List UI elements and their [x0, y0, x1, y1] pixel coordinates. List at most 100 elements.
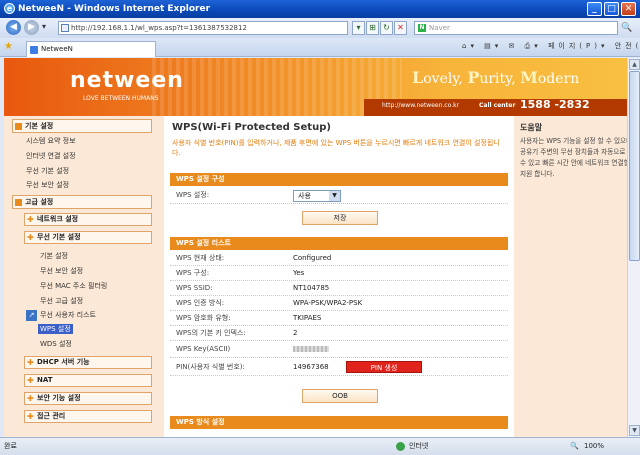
generate-pin-button[interactable]: PIN 생성	[346, 361, 422, 373]
slogan-m-rest: odern	[537, 71, 580, 87]
row-value: NT104785	[293, 284, 330, 292]
sub-label: DHCP 서버 기능	[37, 358, 90, 366]
favorites-star-icon[interactable]: ★	[4, 41, 13, 52]
internet-zone-icon	[396, 442, 405, 451]
slogan-p: P	[467, 68, 480, 87]
sidebar-item-basic[interactable]: 기본 설정	[40, 251, 68, 261]
cursor-icon: ↗	[26, 310, 37, 321]
select-value: 사용	[298, 192, 311, 200]
status-text: 완료	[4, 442, 17, 450]
call-center-label: Call center	[479, 102, 516, 109]
slogan-l-rest: ovely,	[423, 71, 468, 87]
netween-logo[interactable]: netween	[70, 68, 184, 93]
sidebar-nat[interactable]: ✚ NAT	[24, 374, 152, 387]
section-header-config: WPS 설정 구성	[170, 173, 508, 186]
sidebar-item-wds[interactable]: WDS 설정	[40, 339, 72, 349]
site-url: http://www.netween.co.kr	[382, 102, 460, 109]
vertical-scrollbar[interactable]: ▲ ▼	[627, 58, 640, 437]
group-label: 고급 설정	[25, 198, 54, 206]
tab-netween[interactable]: NetweeN	[26, 41, 156, 57]
wps-setting-select[interactable]: 사용 ▼	[293, 190, 341, 202]
help-panel: 도움말 사용자는 WPS 기능을 설정 할 수 있으며 유무선 공유기 주변의 …	[514, 116, 627, 437]
row-label: WPS Key(ASCII)	[176, 345, 231, 353]
naver-icon: N	[418, 24, 426, 32]
banner: netween LOVE BETWEEN HUMANS Lovely, Puri…	[4, 58, 627, 116]
pin-value: 14967368	[293, 363, 329, 371]
sidebar-item-wl-security[interactable]: 무선 보안 설정	[40, 266, 83, 276]
sidebar-group-basic[interactable]: 기본 설정	[12, 119, 152, 133]
tab-title: NetweeN	[41, 45, 73, 53]
sidebar-dhcp[interactable]: ✚ DHCP 서버 기능	[24, 356, 152, 369]
stop-button[interactable]: ✕	[394, 21, 407, 35]
sidebar: 기본 설정 시스템 요약 정보 인터넷 연결 설정 무선 기본 설정 무선 보안…	[4, 116, 164, 437]
command-bar[interactable]: ⌂▾ ▤▾ ✉ ⎙▾ 페이지(P)▾ 안전(S)▾ 도구(O)▾ ?▾	[462, 41, 640, 51]
pin-row: PIN(사용자 식별 번호): 14967368	[170, 358, 508, 376]
table-row: WPS 암호화 유형: TKIPAES	[170, 311, 508, 326]
back-button[interactable]: ◀	[6, 20, 21, 35]
refresh-button[interactable]: ↻	[380, 21, 393, 35]
address-dropdown[interactable]: ▾	[352, 21, 365, 35]
sidebar-item-wireless-basic[interactable]: 무선 기본 설정	[26, 166, 69, 176]
slogan-m: M	[520, 68, 538, 87]
logo-subtitle: LOVE BETWEEN HUMANS	[83, 95, 159, 102]
ie-logo-icon: e	[4, 3, 15, 14]
address-toolbar: ◀ ▶ ▾ http://192.168.1.1/wl_wps.asp?t=13…	[0, 18, 640, 38]
scroll-thumb[interactable]	[629, 71, 640, 261]
chevron-down-icon: ▼	[329, 191, 340, 201]
sidebar-item-wps[interactable]: WPS 설정	[38, 324, 73, 334]
row-label: WPS 암호화 유형:	[176, 314, 231, 322]
search-input[interactable]: N Naver	[414, 21, 618, 35]
section-header-method: WPS 방식 설정	[170, 416, 508, 429]
plus-icon: ✚	[27, 358, 34, 367]
forward-button[interactable]: ▶	[24, 20, 39, 35]
group-marker-icon	[15, 123, 22, 130]
sidebar-wireless-basic[interactable]: ✚ 무선 기본 설정	[24, 231, 152, 244]
sidebar-security[interactable]: ✚ 보안 기능 설정	[24, 392, 152, 405]
sidebar-network-settings[interactable]: ✚ 네트워크 설정	[24, 213, 152, 226]
zoom-level[interactable]: 100%	[584, 438, 604, 455]
sidebar-access[interactable]: ✚ 접근 관리	[24, 410, 152, 423]
slogan-p-rest: urity,	[479, 71, 521, 87]
row-label: PIN(사용자 식별 번호):	[176, 363, 245, 371]
table-row: WPS 현재 상태: Configured	[170, 251, 508, 266]
history-dropdown[interactable]: ▾	[42, 22, 46, 31]
sidebar-item-user-list[interactable]: 무선 사용자 리스트	[40, 310, 96, 320]
sidebar-item-internet[interactable]: 인터넷 연결 설정	[26, 151, 76, 161]
sub-label: 접근 관리	[37, 412, 66, 420]
table-row: WPS SSID: NT104785	[170, 281, 508, 296]
maximize-button[interactable]: □	[604, 2, 619, 16]
masked-key	[293, 341, 329, 358]
row-value: Configured	[293, 254, 332, 262]
oob-button[interactable]: OOB	[302, 389, 378, 403]
sub-label: 무선 기본 설정	[37, 233, 81, 241]
sidebar-item-mac-filter[interactable]: 무선 MAC 주소 필터링	[40, 281, 107, 291]
sidebar-item-wireless-security[interactable]: 무선 보안 설정	[26, 180, 69, 190]
row-value: WPA-PSK/WPA2-PSK	[293, 299, 363, 307]
sub-label: 보안 기능 설정	[37, 394, 81, 402]
ie-window: e NetweeN - Windows Internet Explorer _ …	[0, 0, 640, 455]
search-icon[interactable]: 🔍	[620, 21, 634, 35]
close-button[interactable]: ✕	[621, 2, 636, 16]
scroll-up-icon[interactable]: ▲	[629, 59, 640, 70]
sidebar-item-system-summary[interactable]: 시스템 요약 정보	[26, 136, 76, 146]
plus-icon: ✚	[27, 215, 34, 224]
plus-icon: ✚	[27, 394, 34, 403]
save-button[interactable]: 저장	[302, 211, 378, 225]
row-label: WPS 인증 방식:	[176, 299, 225, 307]
table-row: WPS 구성: Yes	[170, 266, 508, 281]
address-input[interactable]: http://192.168.1.1/wl_wps.asp?t=13613875…	[58, 21, 348, 35]
call-center-number: 1588 -2832	[520, 98, 590, 111]
plus-icon: ✚	[27, 412, 34, 421]
plus-icon: ✚	[27, 376, 34, 385]
row-label: WPS의 기본 키 인덱스:	[176, 329, 246, 337]
compatibility-icon[interactable]: ⊞	[366, 21, 379, 35]
sidebar-item-wl-advanced[interactable]: 무선 고급 설정	[40, 296, 83, 306]
zoom-icon[interactable]: 🔍	[570, 438, 579, 455]
row-value: Yes	[293, 269, 305, 277]
sidebar-group-advanced[interactable]: 고급 설정	[12, 195, 152, 209]
page-icon	[61, 24, 69, 32]
scroll-down-icon[interactable]: ▼	[629, 425, 640, 436]
zone-label: 인터넷	[409, 442, 429, 450]
minimize-button[interactable]: _	[587, 2, 602, 16]
page-content: netween LOVE BETWEEN HUMANS Lovely, Puri…	[4, 58, 627, 437]
